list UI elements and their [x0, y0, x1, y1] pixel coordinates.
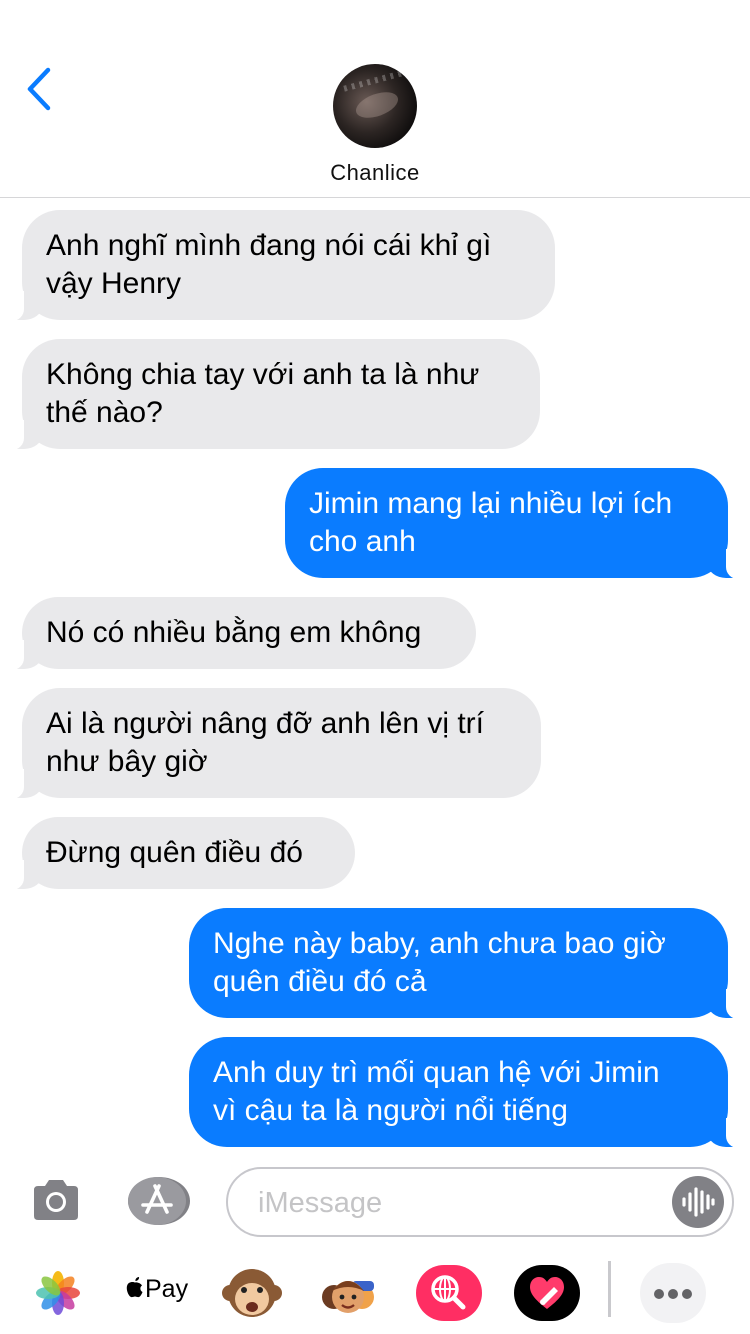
message-bubble-received[interactable]: Anh nghĩ mình đang nói cái khỉ gì vậy He…: [8, 210, 555, 321]
message-bubble-received[interactable]: Ai là người nâng đỡ anh lên vị trí như b…: [8, 688, 541, 799]
message-bubble-sent[interactable]: Jimin mang lại nhiều lợi ích cho anh: [285, 468, 742, 579]
message-text: Anh nghĩ mình đang nói cái khỉ gì: [46, 229, 492, 262]
message-text: Anh duy trì mối quan hệ với Jimin: [213, 1056, 660, 1089]
message-text: vì cậu ta là người nổi tiếng: [213, 1094, 568, 1127]
message-text: vậy Henry: [46, 267, 182, 300]
waveform-icon: [682, 1187, 715, 1217]
monkey-animoji-icon: [222, 1269, 282, 1317]
back-button[interactable]: [20, 64, 64, 116]
contact-name[interactable]: Chanlice: [0, 160, 750, 186]
app-drawer: Pay: [0, 1255, 750, 1334]
camera-button[interactable]: [30, 1176, 82, 1224]
photos-app-button[interactable]: [28, 1263, 88, 1323]
imessage-input[interactable]: iMessage: [226, 1167, 734, 1237]
message-text: Đừng quên điều đó: [46, 836, 303, 869]
animoji-button[interactable]: [222, 1263, 282, 1323]
app-drawer-divider: [608, 1261, 611, 1317]
web-search-button[interactable]: [416, 1263, 482, 1323]
message-text: thế nào?: [46, 396, 163, 429]
message-text: Nó có nhiều bằng em không: [46, 616, 422, 649]
photos-icon: [36, 1271, 80, 1315]
input-placeholder: iMessage: [258, 1187, 383, 1219]
message-text: Không chia tay với anh ta là như: [46, 358, 480, 391]
digital-touch-icon: [514, 1265, 580, 1321]
apple-pay-label: Pay: [145, 1275, 189, 1303]
camera-icon: [34, 1180, 78, 1220]
message-bubble-sent[interactable]: Nghe này baby, anh chưa bao giờ quên điề…: [189, 908, 742, 1019]
message-text: quên điều đó cả: [213, 965, 427, 998]
message-bubble-received[interactable]: Nó có nhiều bằng em không: [8, 597, 476, 670]
app-store-button[interactable]: [126, 1176, 190, 1226]
more-apps-button[interactable]: [640, 1263, 706, 1323]
message-text: Ai là người nâng đỡ anh lên vị trí: [46, 707, 485, 740]
digital-touch-button[interactable]: [514, 1263, 580, 1323]
audio-message-button[interactable]: [672, 1176, 724, 1228]
message-text: Jimin mang lại nhiều lợi ích: [309, 487, 673, 520]
message-text: cho anh: [309, 525, 416, 558]
apple-logo-icon: [126, 1277, 143, 1298]
memoji-icon: [322, 1281, 374, 1313]
message-text: Nghe này baby, anh chưa bao giờ: [213, 927, 666, 960]
conversation-header: Chanlice: [0, 0, 750, 198]
chevron-left-icon: [27, 67, 51, 111]
memoji-button[interactable]: [318, 1263, 378, 1323]
message-text: như bây giờ: [46, 745, 208, 778]
web-search-icon: [416, 1265, 482, 1321]
app-store-icon: [128, 1177, 190, 1225]
message-bubble-received[interactable]: Không chia tay với anh ta là như thế nào…: [8, 339, 540, 450]
apple-pay-button[interactable]: Pay: [125, 1275, 188, 1304]
message-bubble-sent[interactable]: Anh duy trì mối quan hệ với Jimin vì cậu…: [189, 1037, 742, 1148]
contact-avatar[interactable]: [333, 64, 417, 148]
message-bubble-received[interactable]: Đừng quên điều đó: [8, 817, 355, 890]
